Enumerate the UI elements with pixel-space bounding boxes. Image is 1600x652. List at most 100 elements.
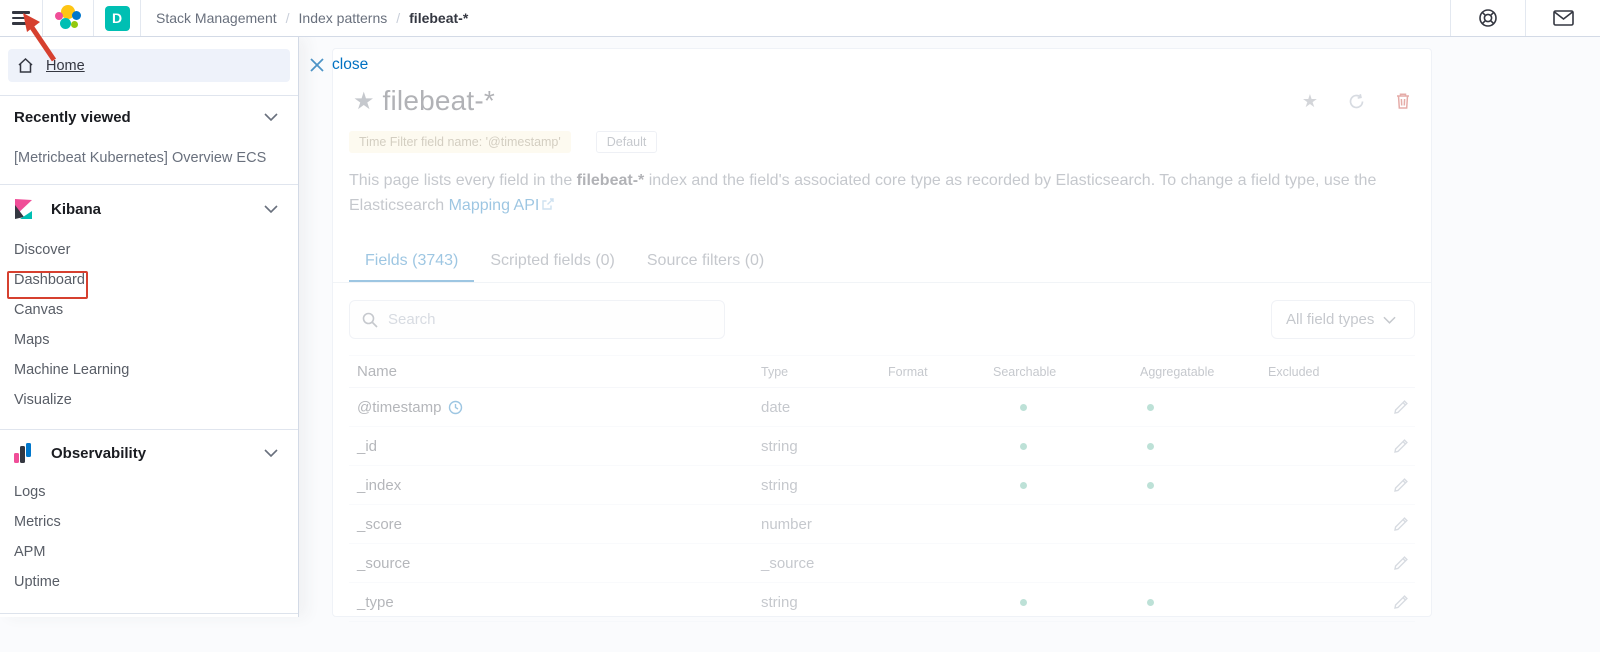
sidebar-item-maps[interactable]: Maps <box>0 325 298 355</box>
edit-field-pencil-icon[interactable] <box>1393 555 1409 571</box>
field-name: @timestamp <box>357 399 441 416</box>
aggregatable-dot-icon <box>1147 443 1154 450</box>
field-name: _type <box>357 594 394 611</box>
field-name: _id <box>357 438 377 455</box>
page-description: This page lists every field in the fileb… <box>349 168 1384 218</box>
elastic-logo-icon <box>55 5 81 31</box>
edit-field-pencil-icon[interactable] <box>1393 399 1409 415</box>
close-icon <box>310 58 324 72</box>
page-title: filebeat-* <box>383 85 496 117</box>
tab-source-filters[interactable]: Source filters (0) <box>631 242 780 282</box>
column-header-searchable: Searchable <box>993 365 1140 379</box>
breadcrumb-index-patterns[interactable]: Index patterns <box>299 10 388 26</box>
recent-item[interactable]: [Metricbeat Kubernetes] Overview ECS <box>14 150 298 166</box>
column-header-name: Name <box>349 363 761 380</box>
table-row: _id string <box>349 427 1415 466</box>
breadcrumb-current: filebeat-* <box>409 10 468 26</box>
search-input[interactable] <box>388 311 688 328</box>
search-icon <box>362 312 378 328</box>
help-icon <box>1478 8 1498 28</box>
sidebar-item-apm[interactable]: APM <box>0 537 298 567</box>
edit-field-pencil-icon[interactable] <box>1393 477 1409 493</box>
column-header-format: Format <box>888 365 993 379</box>
edit-field-pencil-icon[interactable] <box>1393 594 1409 610</box>
nav-flyout: Home Recently viewed [Metricbeat Kuberne… <box>0 37 299 617</box>
field-type: string <box>761 594 888 611</box>
fields-table: Name Type Format Searchable Aggregatable… <box>349 355 1415 622</box>
section-observability[interactable]: Observability <box>0 439 298 467</box>
chevron-down-icon <box>264 449 278 457</box>
chevron-down-icon <box>1383 316 1396 324</box>
divider <box>0 429 298 430</box>
column-header-type: Type <box>761 365 888 379</box>
edit-field-pencil-icon[interactable] <box>1393 438 1409 454</box>
breadcrumb-separator: / <box>396 10 400 26</box>
set-default-star-button[interactable]: ★ <box>1302 91 1318 112</box>
tab-bar: Fields (3743) Scripted fields (0) Source… <box>349 242 1415 282</box>
searchable-dot-icon <box>1020 599 1027 606</box>
favorite-star-icon: ★ <box>353 87 375 116</box>
field-search[interactable] <box>349 300 725 339</box>
sidebar-item-dashboard[interactable]: Dashboard <box>0 265 298 295</box>
external-link-icon <box>542 198 554 210</box>
breadcrumb-separator: / <box>286 10 290 26</box>
index-name: filebeat-* <box>577 172 645 189</box>
kibana-nav-list: Discover Dashboard Canvas Maps Machine L… <box>0 235 298 415</box>
deployment-menu-button[interactable]: D <box>94 0 140 36</box>
default-badge: Default <box>596 131 658 153</box>
sidebar-item-canvas[interactable]: Canvas <box>0 295 298 325</box>
field-name: _source <box>357 555 410 572</box>
refresh-icon[interactable] <box>1348 93 1365 110</box>
section-kibana[interactable]: Kibana <box>0 195 298 223</box>
field-name: _score <box>357 516 402 533</box>
newsfeed-button[interactable] <box>1526 0 1600 36</box>
sidebar-item-machine-learning[interactable]: Machine Learning <box>0 355 298 385</box>
close-label: close <box>332 56 368 74</box>
column-header-aggregatable: Aggregatable <box>1140 365 1268 379</box>
sidebar-item-uptime[interactable]: Uptime <box>0 567 298 597</box>
divider <box>0 184 298 185</box>
chevron-down-icon <box>264 113 278 121</box>
sidebar-item-discover[interactable]: Discover <box>0 235 298 265</box>
field-type: _source <box>761 555 888 572</box>
field-type-filter-label: All field types <box>1286 311 1374 328</box>
section-title: Observability <box>51 445 146 462</box>
time-field-clock-icon <box>448 400 463 415</box>
sidebar-item-metrics[interactable]: Metrics <box>0 507 298 537</box>
observability-logo-icon <box>14 443 33 464</box>
edit-field-pencil-icon[interactable] <box>1393 516 1409 532</box>
tab-fields[interactable]: Fields (3743) <box>349 242 474 282</box>
searchable-dot-icon <box>1020 404 1027 411</box>
table-row: _source _source <box>349 544 1415 583</box>
index-pattern-panel: ★ filebeat-* ★ Time Filter field name: '… <box>332 48 1432 617</box>
menu-toggle-button[interactable] <box>0 0 42 36</box>
divider <box>333 282 1431 283</box>
aggregatable-dot-icon <box>1147 482 1154 489</box>
mail-icon <box>1553 10 1574 26</box>
section-recently-viewed[interactable]: Recently viewed <box>0 108 298 126</box>
time-filter-badge: Time Filter field name: '@timestamp' <box>349 131 571 153</box>
breadcrumb: Stack Management / Index patterns / file… <box>156 10 468 26</box>
sidebar-item-logs[interactable]: Logs <box>0 477 298 507</box>
help-menu-button[interactable] <box>1451 0 1525 36</box>
deployment-badge: D <box>105 6 130 31</box>
table-row: @timestamp date <box>349 388 1415 427</box>
table-row: _index string <box>349 466 1415 505</box>
top-bar: D Stack Management / Index patterns / fi… <box>0 0 1600 37</box>
divider <box>0 95 298 96</box>
sidebar-item-visualize[interactable]: Visualize <box>0 385 298 415</box>
table-row: _type string <box>349 583 1415 622</box>
elastic-logo-button[interactable] <box>43 0 93 36</box>
mapping-api-link[interactable]: Mapping API <box>449 197 540 214</box>
divider <box>140 0 141 36</box>
sidebar-item-label: Home <box>46 58 85 74</box>
sidebar-item-home[interactable]: Home <box>8 49 290 82</box>
field-type-filter[interactable]: All field types <box>1271 300 1415 339</box>
chevron-down-icon <box>264 205 278 213</box>
tab-scripted-fields[interactable]: Scripted fields (0) <box>474 242 631 282</box>
breadcrumb-stack-management[interactable]: Stack Management <box>156 10 277 26</box>
close-menu-link[interactable]: close <box>310 56 368 74</box>
delete-trash-icon[interactable] <box>1395 92 1411 110</box>
field-type: string <box>761 477 888 494</box>
aggregatable-dot-icon <box>1147 404 1154 411</box>
